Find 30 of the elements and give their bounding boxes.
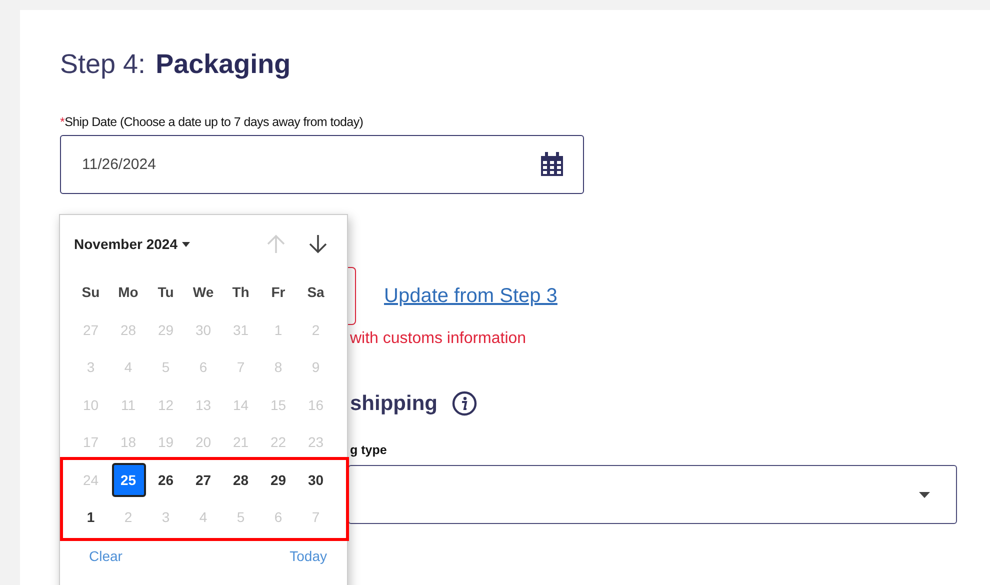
error-message: with customs information — [350, 330, 528, 348]
weekday-label: Sa — [306, 283, 326, 302]
calendar-day[interactable]: 29 — [261, 462, 296, 497]
weekday-label: We — [192, 283, 215, 302]
page-title: Packaging — [156, 48, 291, 80]
step-number: Step 4: — [60, 48, 146, 80]
field-label: *Ship Date (Choose a date up to 7 days away from today) — [60, 115, 364, 129]
caret-icon — [919, 492, 930, 498]
calendar-day[interactable]: 30 — [298, 462, 333, 497]
calendar-day[interactable]: 25 — [111, 462, 146, 497]
weekday-label: Tu — [156, 283, 175, 302]
today-button[interactable]: Today — [290, 548, 327, 564]
weekday-label: Fr — [270, 283, 286, 302]
update-link[interactable]: Update from Step 3 — [384, 284, 558, 308]
calendar-day[interactable]: 28 — [224, 462, 258, 497]
date-field[interactable]: 11/26/2024 — [60, 135, 584, 194]
weekday-label: Mo — [117, 283, 140, 302]
field-label: g type — [350, 443, 387, 457]
calendar-icon[interactable] — [541, 152, 563, 176]
clear-button[interactable]: Clear — [89, 548, 122, 564]
info-icon[interactable] — [452, 391, 476, 416]
calendar-day[interactable]: 1 — [74, 500, 108, 534]
weekday-label: Th — [231, 283, 250, 302]
section-heading: shipping — [350, 392, 438, 416]
caret-icon — [182, 242, 190, 246]
weekday-label: Su — [80, 283, 101, 302]
select-field[interactable] — [348, 465, 957, 524]
month-dropdown[interactable]: November 2024 — [74, 236, 190, 252]
calendar-day[interactable]: 27 — [186, 462, 220, 497]
calendar-day[interactable]: 26 — [148, 462, 183, 497]
